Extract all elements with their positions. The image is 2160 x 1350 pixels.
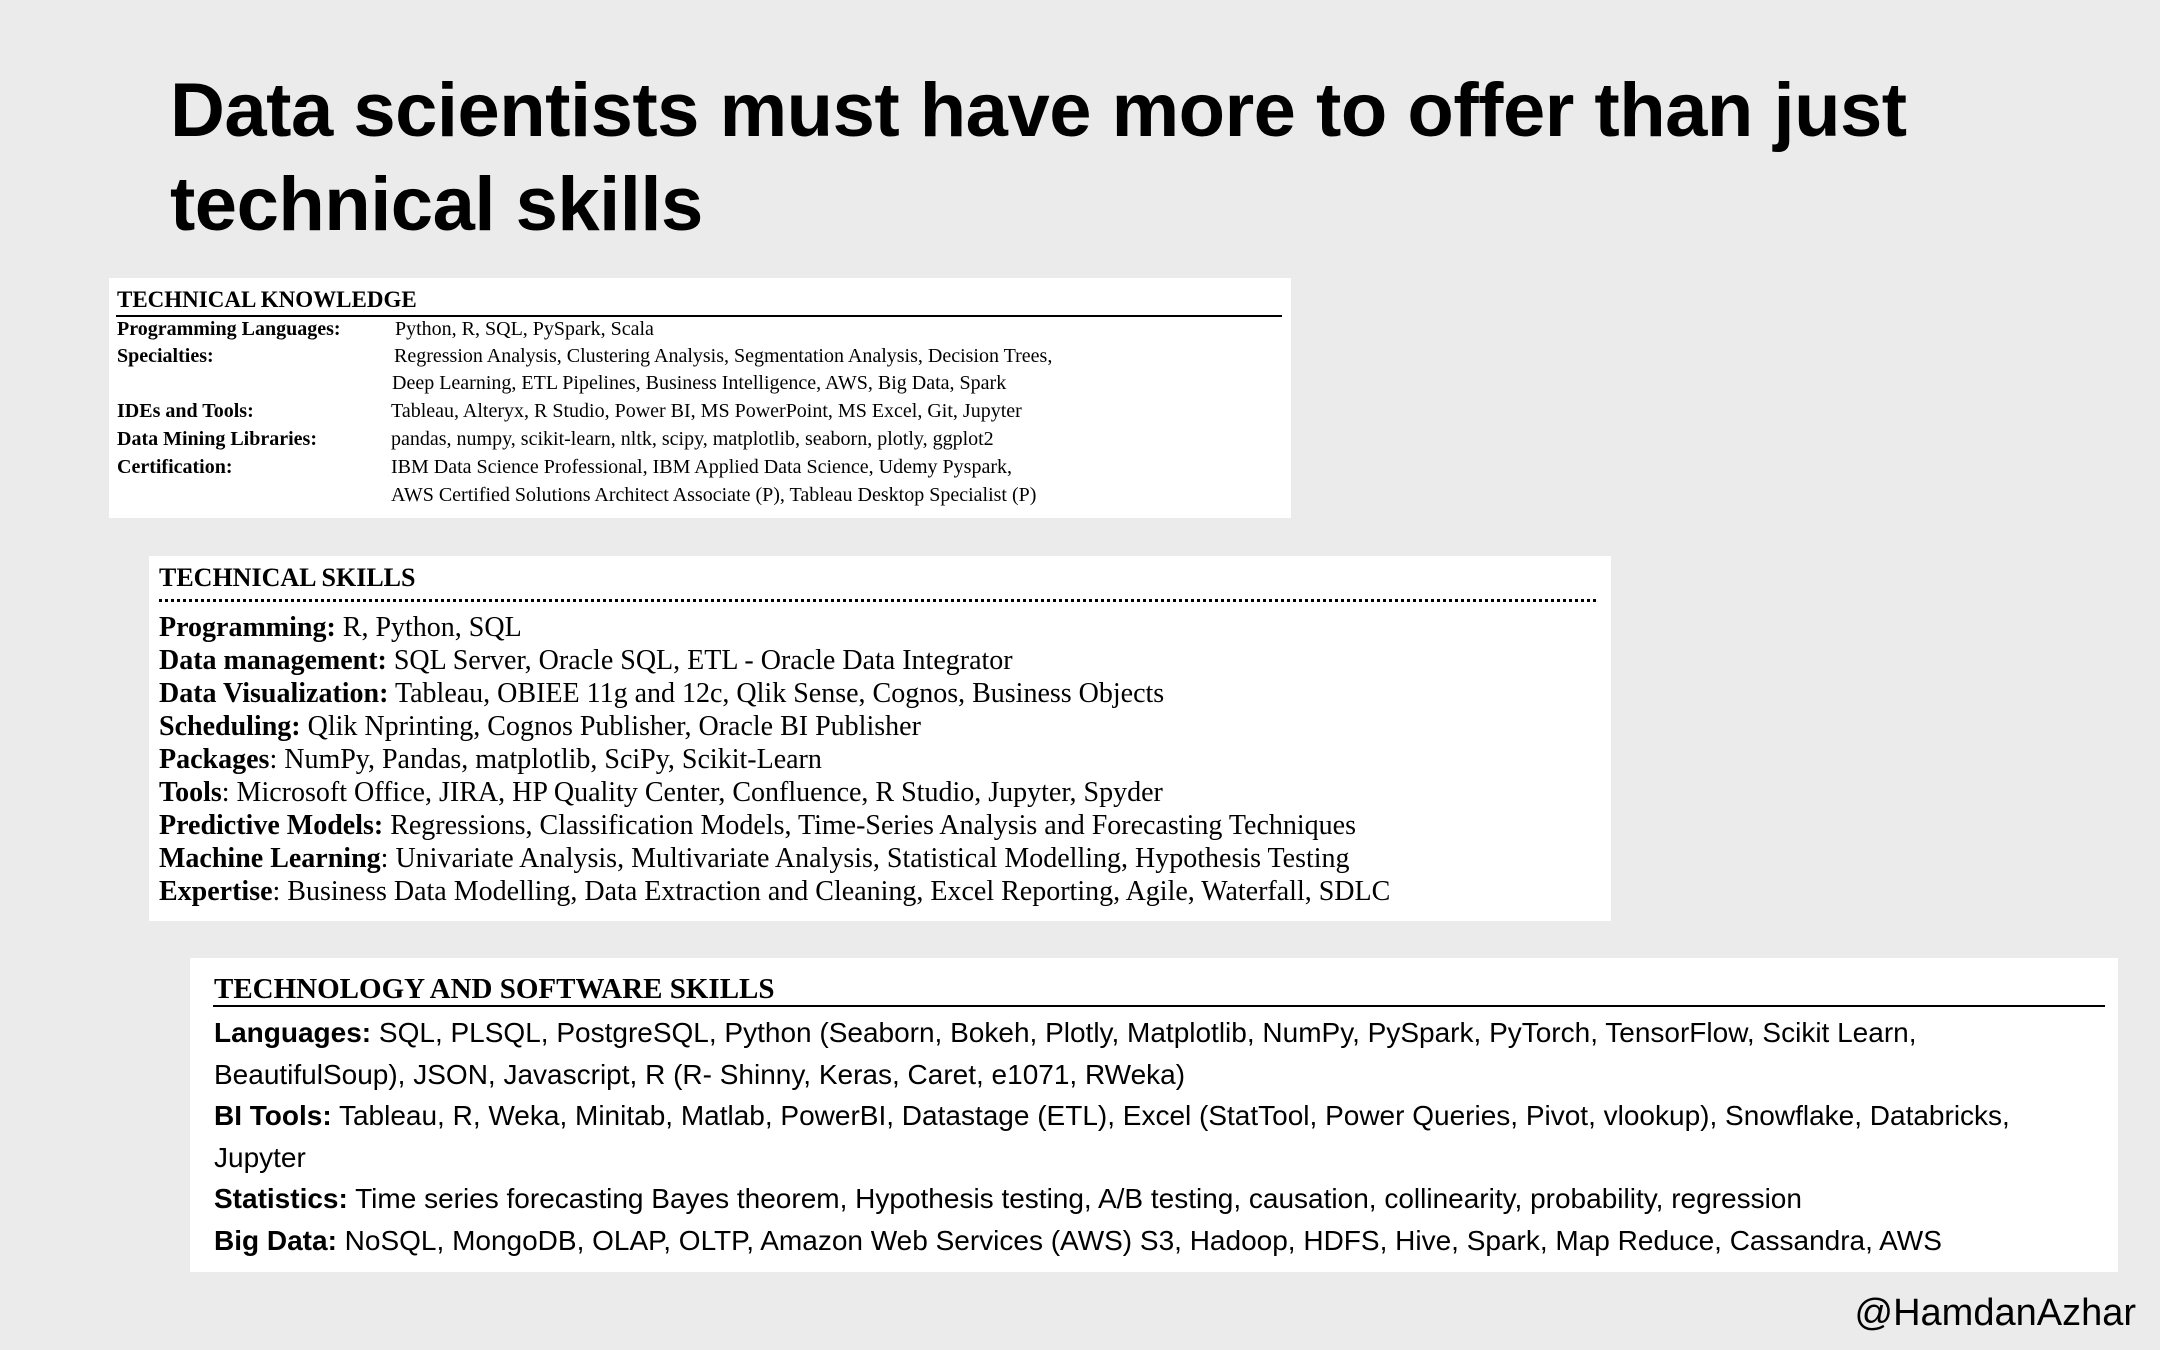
dashed-divider bbox=[159, 599, 1599, 602]
item-value: Time series forecasting Bayes theorem, H… bbox=[347, 1183, 1802, 1214]
item-value: SQL, PLSQL, PostgreSQL, Python (Seaborn,… bbox=[214, 1017, 1917, 1090]
item-label: Big Data: bbox=[214, 1224, 337, 1256]
item-label: Predictive Models: bbox=[159, 810, 384, 841]
row-label: Certification: bbox=[117, 456, 233, 478]
item-value: NoSQL, MongoDB, OLAP, OLTP, Amazon Web S… bbox=[336, 1224, 1942, 1256]
row-label: IDEs and Tools: bbox=[117, 400, 254, 422]
technical-skills-card: TECHNICAL SKILLS Programming: R, Python,… bbox=[149, 556, 1611, 921]
list-item: Expertise: Business Data Modelling, Data… bbox=[159, 875, 1390, 908]
slide-title: Data scientists must have more to offer … bbox=[170, 64, 2070, 252]
item-value: Tableau, OBIEE 11g and 12c, Qlik Sense, … bbox=[388, 678, 1165, 709]
technology-software-skills-heading: TECHNOLOGY AND SOFTWARE SKILLS bbox=[214, 973, 775, 1005]
list-item: Programming: R, Python, SQL bbox=[159, 611, 1390, 644]
item-label: Data Visualization: bbox=[159, 678, 389, 709]
row-label: Programming Languages: bbox=[117, 318, 341, 340]
item-value: Regressions, Classification Models, Time… bbox=[383, 810, 1356, 841]
row-value: AWS Certified Solutions Architect Associ… bbox=[391, 484, 1037, 506]
item-value: Qlik Nprinting, Cognos Publisher, Oracle… bbox=[300, 711, 921, 742]
list-item: Machine Learning: Univariate Analysis, M… bbox=[159, 842, 1390, 875]
item-label: Scheduling: bbox=[159, 711, 301, 742]
list-item: Scheduling: Qlik Nprinting, Cognos Publi… bbox=[159, 710, 1390, 743]
item-label: Packages bbox=[159, 744, 270, 775]
list-item: BI Tools: Tableau, R, Weka, Minitab, Mat… bbox=[214, 1095, 2104, 1178]
row-value: Regression Analysis, Clustering Analysis… bbox=[394, 345, 1053, 367]
item-label: Languages: bbox=[214, 1017, 372, 1048]
list-item: Predictive Models: Regressions, Classifi… bbox=[159, 809, 1390, 842]
row-value: pandas, numpy, scikit-learn, nltk, scipy… bbox=[391, 428, 994, 450]
author-handle: @HamdanAzhar bbox=[1854, 1292, 2136, 1334]
item-label: BI Tools: bbox=[214, 1100, 332, 1131]
slide-title-line-2: technical skills bbox=[170, 162, 703, 247]
item-value: : Microsoft Office, JIRA, HP Quality Cen… bbox=[221, 777, 1163, 808]
item-label: Programming: bbox=[159, 612, 336, 643]
list-item: Data Visualization: Tableau, OBIEE 11g a… bbox=[159, 677, 1390, 710]
technology-skills-list: Languages: SQL, PLSQL, PostgreSQL, Pytho… bbox=[214, 1012, 2104, 1261]
technical-knowledge-heading: TECHNICAL KNOWLEDGE bbox=[117, 287, 417, 312]
item-label: Data management: bbox=[159, 645, 387, 676]
row-value: Python, R, SQL, PySpark, Scala bbox=[395, 318, 654, 340]
item-label: Statistics: bbox=[214, 1183, 348, 1214]
item-value: : NumPy, Pandas, matplotlib, SciPy, Scik… bbox=[269, 744, 822, 775]
list-item: Statistics: Time series forecasting Baye… bbox=[214, 1178, 2104, 1220]
technical-skills-heading: TECHNICAL SKILLS bbox=[159, 563, 416, 592]
item-value: : Business Data Modelling, Data Extracti… bbox=[272, 876, 1391, 907]
technical-skills-list: Programming: R, Python, SQL Data managem… bbox=[159, 611, 1390, 908]
technology-software-skills-card: TECHNOLOGY AND SOFTWARE SKILLS Languages… bbox=[190, 958, 2118, 1272]
list-item: Big Data: NoSQL, MongoDB, OLAP, OLTP, Am… bbox=[214, 1220, 2104, 1262]
row-label: Specialties: bbox=[117, 345, 214, 367]
list-item: Data management: SQL Server, Oracle SQL,… bbox=[159, 644, 1390, 677]
list-item: Languages: SQL, PLSQL, PostgreSQL, Pytho… bbox=[214, 1012, 2104, 1095]
row-label: Data Mining Libraries: bbox=[117, 428, 317, 450]
row-value: IBM Data Science Professional, IBM Appli… bbox=[391, 456, 1012, 478]
item-label: Tools bbox=[159, 777, 222, 808]
heading-rule bbox=[213, 1005, 2105, 1007]
item-value: R, Python, SQL bbox=[335, 612, 522, 643]
item-value: : Univariate Analysis, Multivariate Anal… bbox=[380, 843, 1350, 874]
item-value: Tableau, R, Weka, Minitab, Matlab, Power… bbox=[214, 1100, 2010, 1173]
list-item: Packages: NumPy, Pandas, matplotlib, Sci… bbox=[159, 743, 1390, 776]
item-label: Machine Learning bbox=[159, 843, 381, 874]
item-value: SQL Server, Oracle SQL, ETL - Oracle Dat… bbox=[386, 645, 1013, 676]
item-label: Expertise bbox=[159, 876, 273, 907]
technical-knowledge-card: TECHNICAL KNOWLEDGE Programming Language… bbox=[109, 278, 1291, 518]
row-value: Deep Learning, ETL Pipelines, Business I… bbox=[392, 372, 1007, 394]
slide-title-line-1: Data scientists must have more to offer … bbox=[170, 68, 1907, 153]
row-value: Tableau, Alteryx, R Studio, Power BI, MS… bbox=[391, 400, 1022, 422]
list-item: Tools: Microsoft Office, JIRA, HP Qualit… bbox=[159, 776, 1390, 809]
